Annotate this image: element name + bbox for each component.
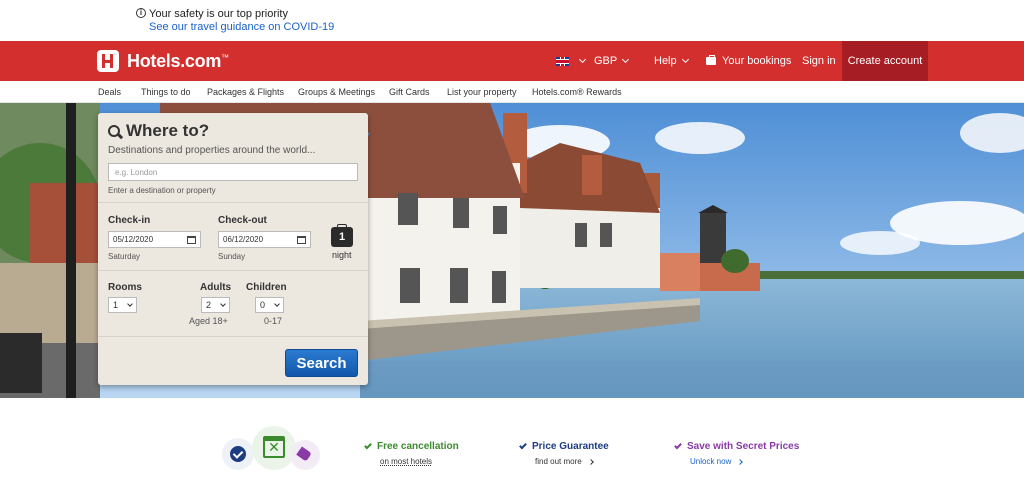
chevron-right-icon [587,458,594,465]
logo-text: Hotels.com™ [127,50,229,71]
hotels-logo[interactable]: Hotels.com™ [97,49,229,73]
chevron-down-icon [127,300,133,307]
rooms-value: 1 [113,300,119,310]
search-title-text: Where to? [126,121,210,140]
unlock-now-link[interactable]: Unlock now [690,457,799,466]
chevron-down-icon [681,55,689,64]
checkout-value: 06/12/2020 [223,235,264,244]
covid-guidance-link[interactable]: See our travel guidance on COVID-19 [149,21,334,33]
adults-value: 2 [206,300,212,310]
checkout-day: Sunday [218,252,246,261]
uk-flag-icon [556,56,569,66]
rooms-select[interactable]: 1 [108,297,137,313]
destination-hint: Enter a destination or property [108,186,216,195]
checkin-input[interactable]: 05/12/2020 [108,231,201,248]
chevron-right-icon [737,458,744,465]
create-account-button[interactable]: Create account [842,41,928,81]
info-icon: i [136,8,146,18]
nights-label: night [332,250,352,260]
nav-list-property[interactable]: List your property [447,87,517,97]
language-selector[interactable] [556,41,587,81]
search-subtitle: Destinations and properties around the w… [108,145,316,156]
price-tag-icon [290,440,320,470]
feature-free-cancellation: Free cancellation on most hotels [364,441,459,466]
divider [98,270,368,271]
feature-title: Free cancellation [377,441,459,452]
free-cancellation-link[interactable]: on most hotels [380,457,459,466]
divider [98,202,368,203]
nights-count-icon: 1 [331,224,353,247]
checkout-label: Check-out [218,215,267,226]
nav-packages-flights[interactable]: Packages & Flights [207,87,284,97]
feature-title: Price Guarantee [532,441,609,452]
nav-things-to-do[interactable]: Things to do [141,87,191,97]
sign-in-label: Sign in [802,55,836,67]
rooms-label: Rooms [108,282,142,293]
chevron-down-icon [622,55,630,64]
nav-gift-cards[interactable]: Gift Cards [389,87,430,97]
calendar-icon [297,235,306,244]
top-header: Hotels.com™ GBP Help Your bookings Sign … [0,41,1024,81]
calendar-cancel-icon: ✕ [252,426,296,470]
children-value: 0 [260,300,266,310]
chevron-down-icon [274,300,280,307]
children-select[interactable]: 0 [255,297,284,313]
suitcase-icon [706,55,716,65]
search-title: Where to? [108,121,209,141]
sign-in-link[interactable]: Sign in [802,41,836,81]
divider [98,336,368,337]
calendar-icon [187,235,196,244]
currency-label: GBP [594,55,618,67]
chevron-down-icon [220,300,226,307]
checkin-value: 05/12/2020 [113,235,154,244]
nav-groups-meetings[interactable]: Groups & Meetings [298,87,375,97]
search-icon [108,125,120,137]
checkmark-icon [519,441,527,449]
destination-input[interactable] [108,163,358,181]
chevron-down-icon [578,55,587,64]
bookings-label: Your bookings [722,55,792,67]
adults-note: Aged 18+ [189,316,228,326]
children-label: Children [246,282,287,293]
help-menu[interactable]: Help [654,41,689,81]
checkout-input[interactable]: 06/12/2020 [218,231,311,248]
nav-rewards[interactable]: Hotels.com® Rewards [532,87,622,97]
children-note: 0-17 [264,316,283,326]
price-guarantee-link[interactable]: find out more [535,457,609,466]
safety-message: Your safety is our top priority [149,8,288,20]
feature-icons: ✕ [222,426,322,476]
checkmark-icon [674,441,682,449]
adults-select[interactable]: 2 [201,297,230,313]
nav-deals[interactable]: Deals [98,87,121,97]
verified-badge-icon [222,438,254,470]
currency-selector[interactable]: GBP [594,41,630,81]
search-panel: Where to? Destinations and properties ar… [98,113,368,385]
feature-title: Save with Secret Prices [687,441,800,452]
help-label: Help [654,55,677,67]
search-button[interactable]: Search [285,349,358,377]
checkin-day: Saturday [108,252,141,261]
your-bookings-link[interactable]: Your bookings [706,41,791,81]
feature-price-guarantee: Price Guarantee find out more [519,441,609,466]
checkin-label: Check-in [108,215,151,226]
checkmark-icon [364,441,372,449]
secondary-nav: Deals Things to do Packages & Flights Gr… [0,81,1024,103]
adults-label: Adults [200,282,232,293]
hotels-h-icon [97,50,119,72]
feature-secret-prices: Save with Secret Prices Unlock now [674,441,800,466]
